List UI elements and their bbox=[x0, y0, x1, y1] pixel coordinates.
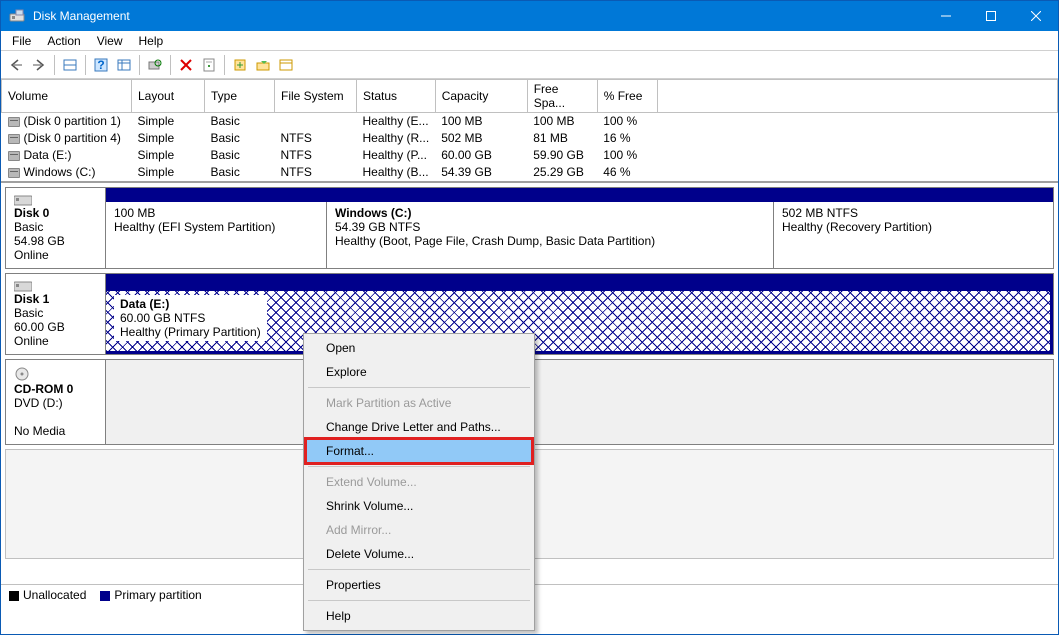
drive-icon bbox=[8, 117, 20, 127]
close-button[interactable] bbox=[1013, 1, 1058, 31]
settings-button[interactable] bbox=[113, 54, 135, 76]
disk-name: Disk 1 bbox=[14, 292, 49, 306]
partition-windows-c[interactable]: Windows (C:) 54.39 GB NTFS Healthy (Boot… bbox=[326, 202, 773, 268]
ctx-shrink[interactable]: Shrink Volume... bbox=[306, 494, 532, 518]
ctx-mirror[interactable]: Add Mirror... bbox=[306, 518, 532, 542]
col-capacity[interactable]: Capacity bbox=[435, 80, 527, 113]
disk-header-bar bbox=[106, 274, 1053, 288]
disk-name: CD-ROM 0 bbox=[14, 382, 73, 396]
ctx-extend[interactable]: Extend Volume... bbox=[306, 470, 532, 494]
disk-header-bar bbox=[106, 188, 1053, 202]
disk-type: DVD (D:) bbox=[14, 396, 63, 410]
menu-view[interactable]: View bbox=[90, 32, 130, 50]
disk-state: Online bbox=[14, 334, 49, 348]
ctx-properties[interactable]: Properties bbox=[306, 573, 532, 597]
action2-button[interactable] bbox=[252, 54, 274, 76]
drive-icon bbox=[8, 168, 20, 178]
ctx-format[interactable]: Format... bbox=[306, 439, 532, 463]
partition-size: 100 MB bbox=[114, 206, 318, 220]
window-title: Disk Management bbox=[33, 9, 923, 23]
partition-size: 60.00 GB NTFS bbox=[120, 311, 261, 325]
menu-file[interactable]: File bbox=[5, 32, 38, 50]
disk-state: Online bbox=[14, 248, 49, 262]
partition-recovery[interactable]: 502 MB NTFS Healthy (Recovery Partition) bbox=[773, 202, 1053, 268]
forward-button[interactable] bbox=[28, 54, 50, 76]
drive-icon bbox=[8, 151, 20, 161]
partition-status: Healthy (EFI System Partition) bbox=[114, 220, 318, 234]
minimize-button[interactable] bbox=[923, 1, 968, 31]
col-pct[interactable]: % Free bbox=[597, 80, 657, 113]
disk-size: 60.00 GB bbox=[14, 320, 65, 334]
properties-button[interactable] bbox=[198, 54, 220, 76]
ctx-mark-active[interactable]: Mark Partition as Active bbox=[306, 391, 532, 415]
col-spacer bbox=[657, 80, 1057, 113]
col-status[interactable]: Status bbox=[357, 80, 436, 113]
volume-row[interactable]: (Disk 0 partition 4)SimpleBasicNTFSHealt… bbox=[2, 130, 1058, 147]
partition-efi[interactable]: 100 MB Healthy (EFI System Partition) bbox=[106, 202, 326, 268]
volume-list: Volume Layout Type File System Status Ca… bbox=[1, 79, 1058, 181]
action1-button[interactable] bbox=[229, 54, 251, 76]
volume-list-header: Volume Layout Type File System Status Ca… bbox=[2, 80, 1058, 113]
disk-size: 54.98 GB bbox=[14, 234, 65, 248]
drive-icon bbox=[8, 134, 20, 144]
menu-action[interactable]: Action bbox=[40, 32, 87, 50]
col-type[interactable]: Type bbox=[205, 80, 275, 113]
partition-status: Healthy (Boot, Page File, Crash Dump, Ba… bbox=[335, 234, 765, 248]
volume-row[interactable]: Data (E:)SimpleBasicNTFSHealthy (P...60.… bbox=[2, 147, 1058, 164]
partition-size: 502 MB NTFS bbox=[782, 206, 1045, 220]
partition-size: 54.39 GB NTFS bbox=[335, 220, 765, 234]
disk-state: No Media bbox=[14, 424, 65, 438]
partition-name: Data (E:) bbox=[120, 297, 261, 311]
disk-row-0: Disk 0 Basic 54.98 GB Online 100 MB Heal… bbox=[5, 187, 1054, 269]
disk-label[interactable]: CD-ROM 0 DVD (D:) No Media bbox=[6, 360, 106, 444]
cdrom-icon bbox=[14, 366, 97, 382]
disk-icon bbox=[14, 194, 97, 206]
app-icon bbox=[9, 8, 25, 24]
disk-type: Basic bbox=[14, 220, 43, 234]
refresh-button[interactable] bbox=[144, 54, 166, 76]
volume-row[interactable]: Windows (C:)SimpleBasicNTFSHealthy (B...… bbox=[2, 164, 1058, 181]
partition-name: Windows (C:) bbox=[335, 206, 765, 220]
disk-icon bbox=[14, 280, 97, 292]
maximize-button[interactable] bbox=[968, 1, 1013, 31]
col-layout[interactable]: Layout bbox=[132, 80, 205, 113]
svg-text:?: ? bbox=[97, 58, 104, 72]
col-free[interactable]: Free Spa... bbox=[527, 80, 597, 113]
legend-unallocated: Unallocated bbox=[9, 588, 86, 602]
back-button[interactable] bbox=[5, 54, 27, 76]
partition-status: Healthy (Recovery Partition) bbox=[782, 220, 1045, 234]
volume-row[interactable]: (Disk 0 partition 1)SimpleBasicHealthy (… bbox=[2, 113, 1058, 130]
menubar: File Action View Help bbox=[1, 31, 1058, 51]
disk-label[interactable]: Disk 1 Basic 60.00 GB Online bbox=[6, 274, 106, 354]
partition-data-e[interactable]: Data (E:) 60.00 GB NTFS Healthy (Primary… bbox=[106, 288, 1053, 354]
context-menu: Open Explore Mark Partition as Active Ch… bbox=[303, 333, 535, 631]
ctx-help[interactable]: Help bbox=[306, 604, 532, 628]
titlebar: Disk Management bbox=[1, 1, 1058, 31]
col-volume[interactable]: Volume bbox=[2, 80, 132, 113]
col-fs[interactable]: File System bbox=[275, 80, 357, 113]
ctx-delete[interactable]: Delete Volume... bbox=[306, 542, 532, 566]
menu-help[interactable]: Help bbox=[132, 32, 171, 50]
disk-name: Disk 0 bbox=[14, 206, 49, 220]
partition-status: Healthy (Primary Partition) bbox=[120, 325, 261, 339]
disk-label[interactable]: Disk 0 Basic 54.98 GB Online bbox=[6, 188, 106, 268]
ctx-change-letter[interactable]: Change Drive Letter and Paths... bbox=[306, 415, 532, 439]
toolbar: ? bbox=[1, 51, 1058, 79]
legend-primary: Primary partition bbox=[100, 588, 201, 602]
ctx-explore[interactable]: Explore bbox=[306, 360, 532, 384]
disk-type: Basic bbox=[14, 306, 43, 320]
view-split-button[interactable] bbox=[59, 54, 81, 76]
help-button[interactable]: ? bbox=[90, 54, 112, 76]
delete-button[interactable] bbox=[175, 54, 197, 76]
ctx-open[interactable]: Open bbox=[306, 336, 532, 360]
action3-button[interactable] bbox=[275, 54, 297, 76]
